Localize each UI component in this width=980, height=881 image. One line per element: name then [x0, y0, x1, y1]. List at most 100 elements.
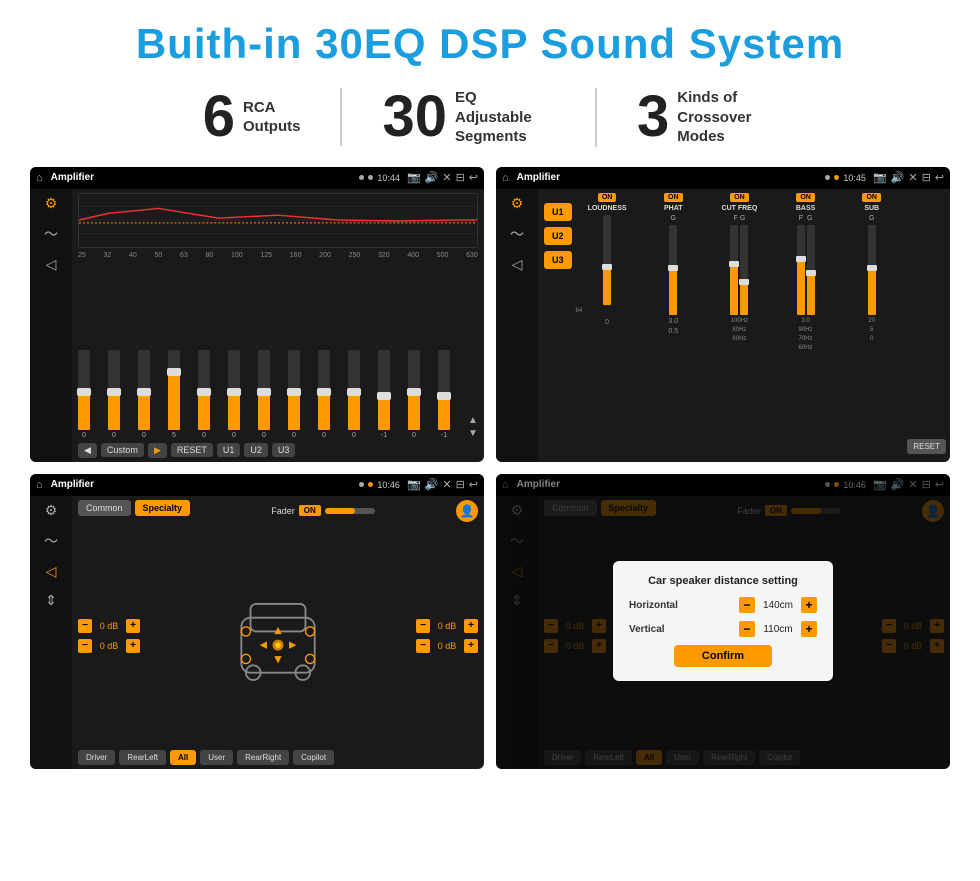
sidebar-eq-icon-2[interactable]: ⚙	[511, 195, 524, 212]
db-minus-4[interactable]: −	[416, 639, 430, 653]
btn-user[interactable]: User	[200, 750, 233, 765]
eq-thumb-7[interactable]	[257, 388, 271, 396]
sidebar-vol-icon-2[interactable]: ◁	[512, 256, 523, 273]
stat-crossover: 3 Kinds ofCrossover Modes	[597, 88, 817, 147]
eq-thumb-4[interactable]	[167, 368, 181, 376]
u1-btn[interactable]: U1	[544, 203, 572, 221]
eq-track-8[interactable]	[288, 350, 300, 430]
arrow-down[interactable]: ▼	[468, 428, 478, 439]
ch-loudness-sliders	[603, 215, 611, 305]
eq-thumb-10[interactable]	[347, 388, 361, 396]
eq-track-12[interactable]	[408, 350, 420, 430]
eq-track-4[interactable]	[168, 350, 180, 430]
ch-phat-slider1[interactable]	[669, 225, 677, 315]
eq-reset-btn[interactable]: RESET	[171, 443, 213, 457]
eq-track-2[interactable]	[108, 350, 120, 430]
db-minus-3[interactable]: −	[416, 619, 430, 633]
tab-specialty[interactable]: Specialty	[135, 500, 191, 516]
btn-driver[interactable]: Driver	[78, 750, 115, 765]
sidebar-eq-icon[interactable]: ⚙	[45, 195, 58, 212]
btn-rearright[interactable]: RearRight	[237, 750, 289, 765]
sidebar-vol-icon-3[interactable]: ◁	[46, 563, 57, 580]
arrow-up[interactable]: ▲	[468, 415, 478, 426]
ch-phat-thumb1[interactable]	[668, 265, 678, 271]
eq-thumb-2[interactable]	[107, 388, 121, 396]
crossover-reset-btn[interactable]: RESET	[907, 439, 946, 454]
eq-u1-btn[interactable]: U1	[217, 443, 241, 457]
close-icon: ✕	[442, 171, 451, 184]
ch-cutfreq-thumb2[interactable]	[739, 279, 749, 285]
eq-thumb-3[interactable]	[137, 388, 151, 396]
eq-prev-btn[interactable]: ◀	[78, 443, 97, 458]
eq-track-7[interactable]	[258, 350, 270, 430]
dialog-vertical-plus[interactable]: +	[801, 621, 817, 637]
eq-track-13[interactable]	[438, 350, 450, 430]
sidebar-eq-icon-3[interactable]: ⚙	[45, 502, 58, 519]
eq-fill-7	[258, 392, 270, 430]
ch-loudness-thumb1[interactable]	[602, 264, 612, 270]
eq-track-10[interactable]	[348, 350, 360, 430]
eq-thumb-6[interactable]	[227, 388, 241, 396]
eq-thumb-8[interactable]	[287, 388, 301, 396]
eq-track-3[interactable]	[138, 350, 150, 430]
ch-cutfreq-thumb1[interactable]	[729, 261, 739, 267]
dialog-vertical-minus[interactable]: −	[739, 621, 755, 637]
ch-sub-thumb1[interactable]	[867, 265, 877, 271]
eq-arrows[interactable]: ▲ ▼	[468, 415, 478, 439]
ch-bass-thumb2[interactable]	[806, 270, 816, 276]
db-plus-4[interactable]: +	[464, 639, 478, 653]
db-plus-3[interactable]: +	[464, 619, 478, 633]
db-minus-2[interactable]: −	[78, 639, 92, 653]
eq-track-5[interactable]	[198, 350, 210, 430]
eq-u3-btn[interactable]: U3	[272, 443, 296, 457]
db-plus-2[interactable]: +	[126, 639, 140, 653]
db-row-1: − 0 dB +	[78, 619, 140, 633]
ch-bass-slider1[interactable]	[797, 225, 805, 315]
btn-rearleft[interactable]: RearLeft	[119, 750, 166, 765]
ch-bass-slider2[interactable]	[807, 225, 815, 315]
eq-thumb-5[interactable]	[197, 388, 211, 396]
ch-loudness-slider1[interactable]	[603, 215, 611, 305]
sidebar-wave-icon-2[interactable]: 〜	[510, 224, 524, 244]
eq-track-1[interactable]	[78, 350, 90, 430]
sidebar-wave-icon[interactable]: 〜	[44, 224, 58, 244]
dialog-horizontal-plus[interactable]: +	[801, 597, 817, 613]
eq-thumb-11[interactable]	[377, 392, 391, 400]
sidebar-wave-icon-3[interactable]: 〜	[44, 531, 58, 551]
eq-fill-10	[348, 392, 360, 430]
eq-thumb-9[interactable]	[317, 388, 331, 396]
db-minus-1[interactable]: −	[78, 619, 92, 633]
sidebar-vol-icon[interactable]: ◁	[46, 256, 57, 273]
eq-slider-11: -1	[378, 350, 390, 439]
eq-track-11[interactable]	[378, 350, 390, 430]
eq-track-9[interactable]	[318, 350, 330, 430]
stat-eq: 30 EQ AdjustableSegments	[342, 88, 597, 147]
stat-number-eq: 30	[382, 88, 447, 146]
u2-btn[interactable]: U2	[544, 227, 572, 245]
fader-h-slider[interactable]	[325, 508, 375, 514]
btn-all[interactable]: All	[170, 750, 196, 765]
sidebar-arrows-icon[interactable]: ⇕	[45, 592, 57, 609]
ch-bass-thumb1[interactable]	[796, 256, 806, 262]
eq-track-6[interactable]	[228, 350, 240, 430]
btn-copilot[interactable]: Copilot	[293, 750, 334, 765]
confirm-button[interactable]: Confirm	[674, 645, 772, 667]
eq-thumb-1[interactable]	[77, 388, 91, 396]
ch-cutfreq-slider1[interactable]	[730, 225, 738, 315]
eq-play-btn[interactable]: ▶	[148, 443, 167, 458]
db-plus-1[interactable]: +	[126, 619, 140, 633]
status-dot2	[368, 175, 373, 180]
ch-cutfreq-slider2[interactable]	[740, 225, 748, 315]
ch-sub-slider1[interactable]	[868, 225, 876, 315]
user-icon[interactable]: 👤	[456, 500, 478, 522]
eq-thumb-12[interactable]	[407, 388, 421, 396]
eq-u2-btn[interactable]: U2	[244, 443, 268, 457]
eq-thumb-13[interactable]	[437, 392, 451, 400]
ch-phat-label: PHAT	[664, 205, 683, 212]
u3-btn[interactable]: U3	[544, 251, 572, 269]
tab-common[interactable]: Common	[78, 500, 131, 516]
dialog-horizontal-minus[interactable]: −	[739, 597, 755, 613]
eq-custom-btn[interactable]: Custom	[101, 443, 144, 457]
fader-time: 10:46	[377, 480, 400, 490]
fader-body: − 0 dB + − 0 dB +	[78, 526, 478, 746]
